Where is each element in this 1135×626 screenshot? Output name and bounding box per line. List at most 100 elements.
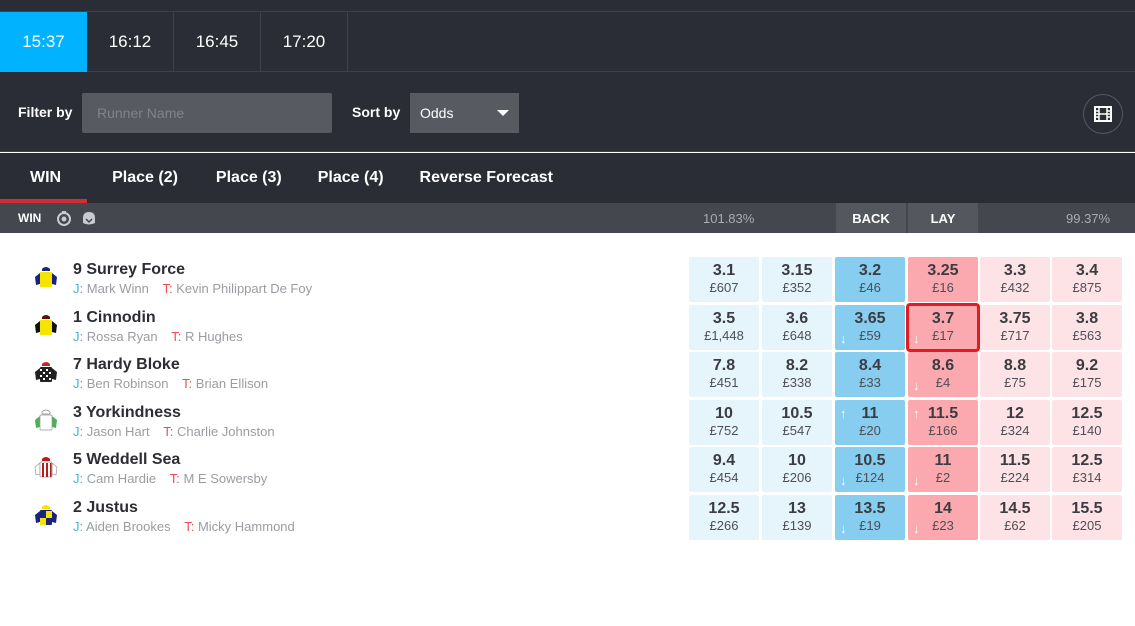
lay-price-cell[interactable]: 3.7 £17 ↓: [906, 302, 980, 352]
back-price-cell[interactable]: 10 £206: [762, 447, 832, 492]
arrow-down-icon: ↓: [840, 473, 847, 488]
lay-price-cell[interactable]: 9.2 £175: [1052, 352, 1122, 397]
arrow-down-icon: ↓: [913, 520, 920, 536]
price-odds: 3.6: [785, 309, 809, 327]
lay-price-cell[interactable]: 12 £324: [980, 399, 1050, 445]
filter-bar: Filter by Sort by Odds: [0, 72, 1135, 152]
back-price-cell[interactable]: 12.5 £266: [689, 494, 759, 540]
helmet-icon: [83, 212, 95, 225]
price-odds: 12.5: [1071, 404, 1103, 422]
stopwatch-icon: [57, 211, 71, 226]
lay-price-cell[interactable]: 12.5 £140: [1052, 399, 1122, 445]
lay-price-cell[interactable]: 3.3 £432: [980, 257, 1050, 302]
arrow-down-icon: ↓: [840, 520, 847, 536]
race-time-tab[interactable]: 17:20: [261, 12, 348, 72]
back-price-cell[interactable]: 9.4 £454: [689, 447, 759, 492]
back-header[interactable]: BACK: [836, 203, 906, 233]
price-odds: 12.5: [708, 499, 740, 517]
jockey-label: J:: [73, 328, 84, 344]
lay-price-cell[interactable]: 3.8 £563: [1052, 304, 1122, 350]
jockey-label: J:: [73, 518, 84, 534]
jockey-silk-icon: [35, 267, 57, 287]
price-stake: £139: [782, 517, 812, 533]
back-price-cell[interactable]: 3.1 £607: [689, 257, 759, 302]
race-time-tab[interactable]: 16:12: [87, 12, 174, 72]
tab-place-4[interactable]: Place (4): [300, 153, 402, 203]
price-stake: £206: [782, 470, 812, 485]
price-odds: 13: [788, 499, 806, 517]
lay-price-cell[interactable]: 14.5 £62: [980, 494, 1050, 540]
price-odds: 8.2: [785, 357, 809, 374]
back-price-cell[interactable]: 3.65 £59 ↓: [835, 304, 905, 350]
back-price-cell[interactable]: 7.8 £451: [689, 352, 759, 397]
jockey-silk-icon: [34, 457, 58, 478]
arrow-up-icon: ↑: [913, 405, 920, 421]
price-stake: £46: [859, 280, 881, 295]
tab-place-2[interactable]: Place (2): [87, 153, 198, 203]
price-odds: 3.75: [999, 309, 1031, 327]
back-price-cell[interactable]: 13 £139: [762, 494, 832, 540]
price-odds: 12: [1006, 404, 1024, 422]
back-price-cell[interactable]: 3.6 £648: [762, 304, 832, 350]
lay-price-cell[interactable]: 12.5 £314: [1052, 447, 1122, 492]
price-odds: 3.4: [1075, 262, 1099, 279]
price-stake: £648: [782, 327, 812, 343]
runner-name: 2 Justus: [73, 498, 138, 516]
lay-price-cell[interactable]: 11.5 £166 ↑: [908, 399, 978, 445]
back-price-cell[interactable]: 10.5 £547: [762, 399, 832, 445]
runner-row: 5 Weddell Sea J: Cam Hardie T: M E Sower…: [0, 445, 1135, 493]
tab-place-3[interactable]: Place (3): [198, 153, 300, 203]
lay-price-cell[interactable]: 3.4 £875: [1052, 257, 1122, 302]
price-odds: 3.2: [858, 262, 882, 279]
race-time-tab[interactable]: 15:37: [0, 12, 87, 72]
runner-name-input[interactable]: [82, 93, 332, 133]
lay-price-cell[interactable]: 11.5 £224: [980, 447, 1050, 492]
runner-connections: J: Cam Hardie T: M E Sowersby: [73, 471, 267, 486]
price-odds: 12.5: [1071, 452, 1103, 469]
tab-win[interactable]: WIN: [0, 153, 88, 203]
lay-price-cell[interactable]: 11 £2 ↓: [908, 447, 978, 492]
lay-price-cell[interactable]: 8.6 £4 ↓: [908, 352, 978, 397]
back-price-cell[interactable]: 8.4 £33: [835, 352, 905, 397]
back-price-cell[interactable]: 8.2 £338: [762, 352, 832, 397]
runner-connections: J: Rossa Ryan T: R Hughes: [73, 329, 243, 344]
video-button[interactable]: [1083, 94, 1123, 134]
lay-price-cell[interactable]: 3.75 £717: [980, 304, 1050, 350]
tab-reverse-forecast[interactable]: Reverse Forecast: [402, 153, 571, 203]
back-price-cell[interactable]: 13.5 £19 ↓: [835, 494, 905, 540]
sort-select[interactable]: Odds: [410, 93, 519, 133]
price-stake: £16: [932, 280, 954, 295]
back-price-cell[interactable]: 3.15 £352: [762, 257, 832, 302]
jockey-label: J:: [73, 471, 84, 486]
trainer-label: T:: [169, 471, 180, 486]
price-stake: £338: [782, 375, 812, 390]
jockey-silk-icon: [35, 504, 57, 525]
sort-label: Sort by: [352, 104, 401, 120]
lay-header[interactable]: LAY: [908, 203, 978, 233]
lay-price-cell[interactable]: 15.5 £205: [1052, 494, 1122, 540]
back-price-cell[interactable]: 10.5 £124 ↓: [835, 447, 905, 492]
lay-price-cell[interactable]: 3.25 £16: [908, 257, 978, 302]
runner-list: 9 Surrey Force J: Mark Winn T: Kevin Phi…: [0, 255, 1135, 540]
trainer-label: T:: [162, 281, 173, 296]
price-stake: £314: [1072, 470, 1102, 485]
price-stake: £224: [1000, 470, 1030, 485]
price-stake: £20: [859, 422, 881, 438]
price-odds: 3.25: [927, 262, 959, 279]
back-price-cell[interactable]: 3.2 £46: [835, 257, 905, 302]
jockey-name: Aiden Brookes: [86, 518, 171, 534]
back-price-cell[interactable]: 10 £752: [689, 399, 759, 445]
jockey-name: Ben Robinson: [86, 376, 169, 391]
back-price-cell[interactable]: 3.5 £1,448: [689, 304, 759, 350]
back-price-cell[interactable]: 11 £20 ↑: [835, 399, 905, 445]
price-stake: £175: [1072, 375, 1102, 390]
trainer-name: M E Sowersby: [183, 471, 268, 486]
trainer-label: T:: [182, 376, 193, 391]
lay-price-cell[interactable]: 8.8 £75: [980, 352, 1050, 397]
race-time-tab[interactable]: 16:45: [174, 12, 261, 72]
runner-row: 3 Yorkindness J: Jason Hart T: Charlie J…: [0, 398, 1135, 446]
film-icon: [1094, 106, 1112, 122]
price-stake: £352: [782, 280, 812, 295]
lay-price-cell[interactable]: 14 £23 ↓: [908, 494, 978, 540]
price-stake: £875: [1072, 280, 1102, 295]
